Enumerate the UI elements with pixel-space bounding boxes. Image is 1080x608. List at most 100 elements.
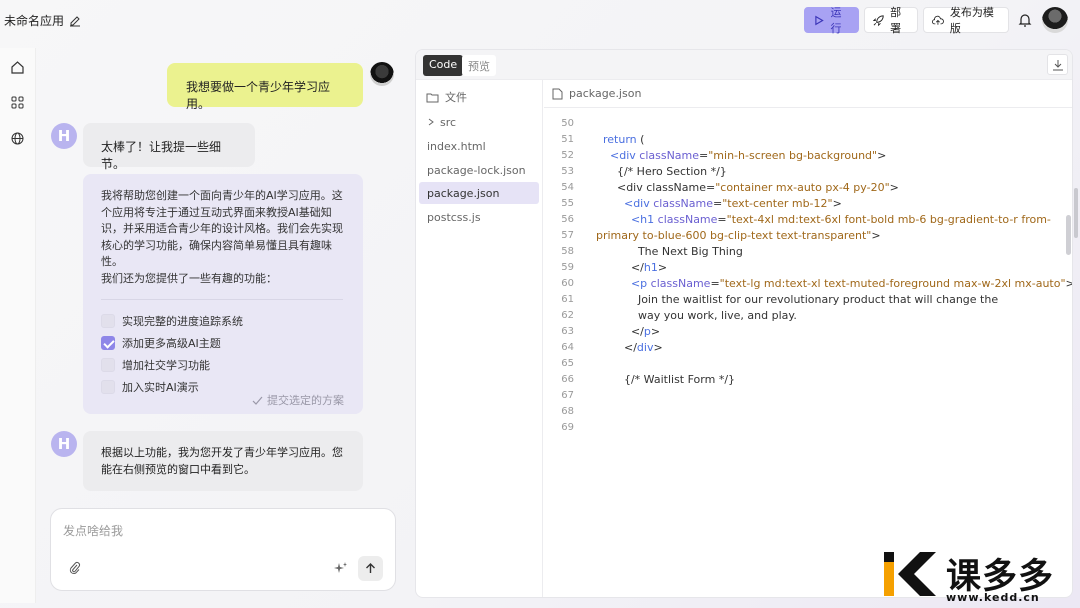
- tab-preview[interactable]: 预览: [462, 55, 496, 76]
- submit-plan-button[interactable]: 提交选定的方案: [252, 392, 344, 408]
- line-number: 68: [561, 406, 574, 417]
- code-text: </div>: [596, 341, 663, 354]
- code-text: way you work, live, and play.: [596, 309, 797, 322]
- line-number: 57: [561, 230, 574, 241]
- code-line: 50: [544, 116, 1064, 132]
- deploy-button[interactable]: 部署: [864, 6, 918, 35]
- option-item[interactable]: 增加社交学习功能: [101, 354, 345, 376]
- user-avatar[interactable]: [1042, 7, 1068, 33]
- code-line: 58 The Next Big Thing: [544, 244, 1064, 260]
- user-chat-avatar: [370, 62, 394, 86]
- code-line: 55 <div className="text-center mb-12">: [544, 196, 1064, 212]
- code-line: 56 <h1 className="text-4xl md:text-6xl f…: [544, 212, 1064, 228]
- download-icon: [1052, 59, 1063, 70]
- apps-icon[interactable]: [10, 95, 25, 110]
- code-line: 52 <div className="min-h-screen bg-backg…: [544, 148, 1064, 164]
- plan-intro: 我们还为您提供了一些有趣的功能：: [101, 271, 277, 285]
- publish-template-button[interactable]: 发布为模版: [923, 6, 1009, 35]
- tab-code[interactable]: Code: [423, 55, 464, 76]
- code-line: 68: [544, 404, 1064, 420]
- checkbox[interactable]: [101, 358, 115, 372]
- option-item[interactable]: 添加更多高级AI主题: [101, 332, 345, 354]
- line-number: 65: [561, 358, 574, 369]
- watermark-url: www.kedd.cn: [946, 591, 1040, 604]
- line-number: 61: [561, 294, 574, 305]
- plan-divider: [101, 299, 343, 300]
- file-tree: 文件 src index.html package-lock.json pack…: [416, 80, 543, 597]
- checkbox[interactable]: [101, 314, 115, 328]
- checkbox-checked[interactable]: [101, 336, 115, 350]
- file-tree-item[interactable]: package-lock.json: [419, 159, 539, 181]
- run-label: 运行: [830, 6, 842, 35]
- page-scrollbar[interactable]: [1074, 188, 1078, 238]
- app-title[interactable]: 未命名应用: [4, 12, 81, 29]
- code-text: <h1 className="text-4xl md:text-6xl font…: [630, 213, 1051, 226]
- home-icon[interactable]: [10, 60, 25, 75]
- code-line: 66 {/* Waitlist Form */}: [544, 372, 1064, 388]
- code-line: 62 way you work, live, and play.: [544, 308, 1064, 324]
- line-number: 66: [561, 374, 574, 385]
- edit-icon[interactable]: [69, 15, 81, 27]
- line-number: 54: [561, 182, 574, 193]
- play-icon: [815, 15, 824, 25]
- code-line: 51 return (: [544, 132, 1064, 148]
- publish-label: 发布为模版: [949, 6, 994, 35]
- code-text: The Next Big Thing: [596, 245, 743, 258]
- chat-input-placeholder: 发点啥给我: [63, 524, 124, 538]
- code-line: 61 Join the waitlist for our revolutiona…: [544, 292, 1064, 308]
- code-line: 54 <div className="container mx-auto px-…: [544, 180, 1064, 196]
- code-line: 64 </div>: [544, 340, 1064, 356]
- file-tree-item-active[interactable]: package.json: [419, 182, 539, 204]
- line-number: 55: [561, 198, 574, 209]
- code-text: primary to-blue-600 bg-clip-text text-tr…: [596, 229, 881, 242]
- code-line: 57 primary to-blue-600 bg-clip-text text-…: [544, 228, 1064, 244]
- code-text: <p className="text-lg md:text-xl text-mu…: [630, 277, 1072, 290]
- code-text: return (: [603, 133, 645, 146]
- file-tree-item[interactable]: postcss.js: [419, 206, 539, 228]
- line-number: 67: [561, 390, 574, 401]
- line-number: 69: [561, 422, 574, 433]
- rocket-icon: [873, 14, 884, 26]
- editor-scrollbar[interactable]: [1066, 215, 1071, 255]
- editor-file-header: package.json: [544, 80, 1072, 108]
- line-number: 58: [561, 246, 574, 257]
- option-item[interactable]: 实现完整的进度追踪系统: [101, 310, 345, 332]
- line-number: 50: [561, 118, 574, 129]
- code-line: 63 </p>: [544, 324, 1064, 340]
- bot-avatar: H: [51, 123, 77, 149]
- file-tree-folder-src[interactable]: src: [419, 111, 539, 133]
- panel-tabs: Code 预览: [416, 50, 1072, 80]
- line-number: 64: [561, 342, 574, 353]
- file-tree-item[interactable]: index.html: [419, 135, 539, 157]
- folder-icon: [426, 93, 439, 102]
- code-panel: Code 预览 文件 src index.html package-lock.j…: [415, 49, 1073, 598]
- chat-input[interactable]: 发点啥给我: [50, 508, 396, 591]
- app-title-text: 未命名应用: [4, 14, 65, 28]
- download-button[interactable]: [1047, 54, 1068, 75]
- code-text: <div className="min-h-screen bg-backgrou…: [610, 149, 887, 162]
- code-text: </h1>: [596, 261, 668, 274]
- code-text: <div className="text-center mb-12">: [623, 197, 842, 210]
- run-button[interactable]: 运行: [804, 6, 859, 35]
- code-text: <div className="container mx-auto px-4 p…: [596, 181, 899, 194]
- code-text: {/* Waitlist Form */}: [596, 373, 736, 386]
- bot-message-bubble: 根据以上功能，我为您开发了青少年学习应用。您能在右侧预览的窗口中看到它。: [83, 431, 363, 491]
- paperclip-icon[interactable]: [68, 561, 82, 575]
- sparkle-icon[interactable]: [333, 561, 348, 576]
- code-editor[interactable]: 50 51 return (52 <div className="min-h-sc…: [544, 116, 1072, 436]
- code-line: 59 </h1>: [544, 260, 1064, 276]
- file-tree-header: 文件: [426, 89, 467, 105]
- code-line: 53 {/* Hero Section */}: [544, 164, 1064, 180]
- file-icon: [552, 88, 563, 99]
- k-logo-icon: [884, 552, 936, 596]
- checkbox[interactable]: [101, 380, 115, 394]
- globe-icon[interactable]: [10, 131, 25, 146]
- send-button[interactable]: [358, 556, 383, 581]
- code-text: </p>: [596, 325, 661, 338]
- line-number: 60: [561, 278, 574, 289]
- plan-paragraph: 我将帮助您创建一个面向青少年的AI学习应用。这个应用将专注于通过互动式界面来教授…: [101, 189, 343, 268]
- user-message-bubble: 我想要做一个青少年学习应用。: [167, 63, 363, 111]
- left-rail: [0, 48, 36, 603]
- line-number: 59: [561, 262, 574, 273]
- bell-icon[interactable]: [1017, 12, 1033, 28]
